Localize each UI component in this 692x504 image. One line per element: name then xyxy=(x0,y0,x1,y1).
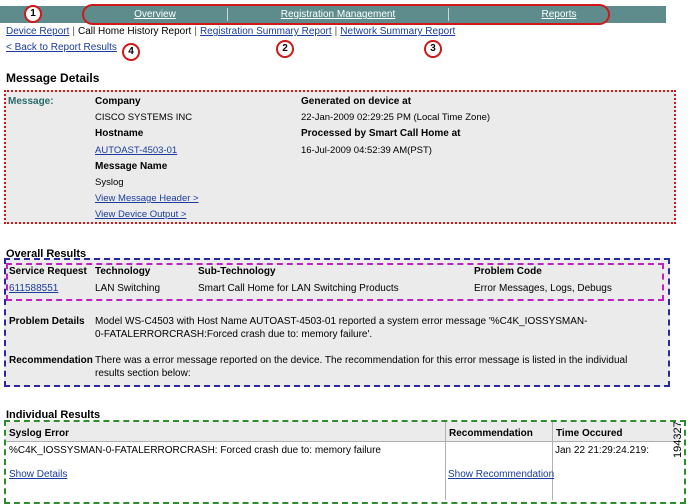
figure-id: 194327 xyxy=(672,421,684,458)
sub-technology-value: Smart Call Home for LAN Switching Produc… xyxy=(198,283,399,294)
callout-2: 2 xyxy=(276,40,294,58)
col-service-request: Service Request xyxy=(9,266,87,277)
problem-details-line1: Model WS-C4503 with Host Name AUTOAST-45… xyxy=(95,316,588,327)
callout-1: 1 xyxy=(24,5,42,23)
tab-separator: | xyxy=(334,26,338,37)
hostname-label: Hostname xyxy=(95,128,144,139)
callout-4: 4 xyxy=(122,43,140,61)
nav-highlight-oval xyxy=(82,4,610,25)
header-divider xyxy=(6,441,680,442)
message-name-label: Message Name xyxy=(95,161,168,172)
recommendation-label: Recommendation xyxy=(9,355,93,366)
tab-registration-summary-report[interactable]: Registration Summary Report xyxy=(200,26,332,37)
show-details-link[interactable]: Show Details xyxy=(9,469,67,480)
message-label: Message: xyxy=(8,96,54,107)
view-device-output-link[interactable]: View Device Output > xyxy=(95,209,186,220)
callout-3: 3 xyxy=(424,40,442,58)
service-request-link[interactable]: 611588551 xyxy=(9,283,58,294)
column-divider xyxy=(445,422,446,500)
back-to-report-results-link[interactable]: < Back to Report Results xyxy=(6,42,117,53)
hostname-link[interactable]: AUTOAST-4503-01 xyxy=(95,145,177,156)
time-occured-value: Jan 22 21:29:24.219: xyxy=(555,445,649,456)
recommendation-line1: There was a error message reported on th… xyxy=(95,355,628,366)
problem-code-value: Error Messages, Logs, Debugs xyxy=(474,283,612,294)
message-name-value: Syslog xyxy=(95,177,124,188)
col-syslog-error: Syslog Error xyxy=(9,428,70,439)
col-recommendation: Recommendation xyxy=(449,428,533,439)
view-message-header-link[interactable]: View Message Header > xyxy=(95,193,199,204)
company-value: CISCO SYSTEMS INC xyxy=(95,112,193,123)
generated-label: Generated on device at xyxy=(301,96,412,107)
column-divider xyxy=(552,422,553,500)
problem-details-label: Problem Details xyxy=(9,316,85,327)
tab-separator: | xyxy=(72,26,75,37)
company-label: Company xyxy=(95,96,141,107)
col-sub-technology: Sub-Technology xyxy=(198,266,276,277)
processed-value: 16-Jul-2009 04:52:39 AM(PST) xyxy=(301,145,432,156)
show-recommendation-link[interactable]: Show Recommendation xyxy=(448,469,554,480)
generated-value: 22-Jan-2009 02:29:25 PM (Local Time Zone… xyxy=(301,112,491,123)
syslog-error-value: %C4K_IOSSYSMAN-0-FATALERRORCRASH: Forced… xyxy=(9,445,381,456)
tab-network-summary-report[interactable]: Network Summary Report xyxy=(340,26,455,37)
recommendation-line2: results section below: xyxy=(95,368,191,379)
report-tabs: Device Report | Call Home History Report | R… xyxy=(6,26,455,37)
message-details-title: Message Details xyxy=(6,71,100,85)
col-technology: Technology xyxy=(95,266,151,277)
tab-call-home-history-report: Call Home History Report xyxy=(77,26,192,37)
tab-separator: | xyxy=(194,26,197,37)
tab-device-report[interactable]: Device Report xyxy=(6,26,69,37)
technology-value: LAN Switching xyxy=(95,283,161,294)
processed-label: Processed by Smart Call Home at xyxy=(301,128,461,139)
col-problem-code: Problem Code xyxy=(474,266,542,277)
problem-details-line2: 0-FATALERRORCRASH:Forced crash due to: m… xyxy=(95,329,373,340)
col-time-occured: Time Occured xyxy=(556,428,623,439)
